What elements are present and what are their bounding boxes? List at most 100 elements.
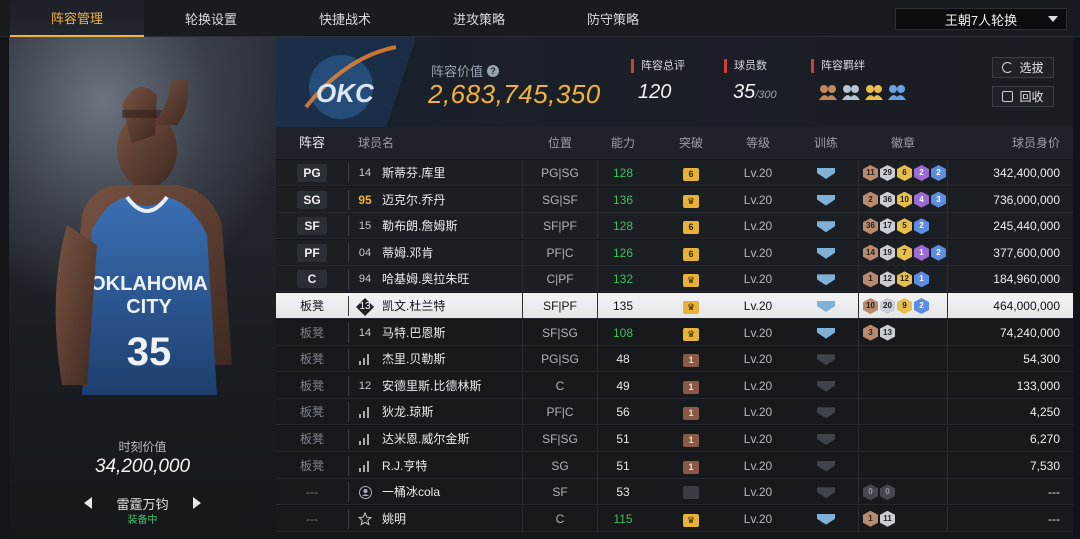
player-level: Lv.20: [743, 352, 773, 367]
table-row[interactable]: 板凳 14 马特.巴恩斯 SF|SG 108 ♛ Lv.20 3 13 74,240,000: [276, 319, 1073, 346]
player-name[interactable]: 哈基姆.奥拉朱旺: [382, 266, 522, 292]
training-cell[interactable]: [796, 346, 856, 372]
player-name[interactable]: 一桶冰cola: [382, 479, 522, 505]
previous-card-arrow-icon[interactable]: [84, 497, 93, 509]
tab-4[interactable]: 防守策略: [546, 0, 680, 37]
lineup-slot[interactable]: C: [276, 266, 348, 292]
tab-1[interactable]: 轮换设置: [144, 0, 278, 37]
jersey-number: [354, 479, 376, 505]
table-row[interactable]: C 94 哈基姆.奥拉朱旺 C|PF 132 ♛ Lv.20 1 12 12 1 184,960,00…: [276, 266, 1073, 293]
col-level-header[interactable]: 等级: [728, 127, 788, 159]
badge-hex-icon: 0: [863, 484, 878, 501]
lineup-slot[interactable]: PF: [276, 240, 348, 266]
lineup-slot[interactable]: PG: [276, 160, 348, 186]
table-row[interactable]: 板凳 杰里.贝勒斯 PG|SG 48 1 Lv.20 54,300: [276, 346, 1073, 373]
player-name[interactable]: 马特.巴恩斯: [382, 320, 522, 346]
col-badges-header[interactable]: 徽章: [858, 127, 948, 159]
badges-cell: 10 20 9 2: [858, 293, 948, 319]
training-cell[interactable]: [796, 479, 856, 505]
player-name[interactable]: 勒布朗.詹姆斯: [382, 213, 522, 239]
badges-cell: 3 13: [858, 319, 948, 346]
player-name[interactable]: 安德里斯.比德林斯: [382, 373, 522, 399]
lineup-slot[interactable]: ---: [276, 479, 348, 505]
lineup-slot[interactable]: 板凳: [276, 346, 348, 372]
lineup-slot[interactable]: 板凳: [276, 399, 348, 425]
col-breakthrough-header[interactable]: 突破: [660, 127, 722, 159]
player-name[interactable]: 杰里.贝勒斯: [382, 346, 522, 372]
player-name[interactable]: R.J.亨特: [382, 453, 522, 479]
lineup-slot[interactable]: SG: [276, 187, 348, 213]
player-name[interactable]: 达米恩.威尔金斯: [382, 426, 522, 452]
player-ability: 135: [612, 299, 634, 313]
player-name[interactable]: 姚明: [382, 506, 522, 532]
col-player-name-header[interactable]: 球员名: [358, 127, 458, 159]
table-row[interactable]: SF 15 勒布朗.詹姆斯 SF|PF 128 6 Lv.20 36 17 5 2 245,440,0…: [276, 213, 1073, 240]
equipped-status: 装备中: [127, 515, 158, 526]
player-name[interactable]: 狄龙.琼斯: [382, 399, 522, 425]
lineup-slot[interactable]: 板凳: [276, 293, 348, 319]
col-training-header[interactable]: 训练: [796, 127, 856, 159]
help-icon[interactable]: ?: [487, 64, 500, 77]
team-logo: OKC: [276, 37, 416, 127]
training-cell[interactable]: [796, 506, 856, 532]
lineup-slot[interactable]: 板凳: [276, 426, 348, 452]
player-name[interactable]: 蒂姆.邓肯: [382, 240, 522, 266]
training-cell[interactable]: [796, 213, 856, 239]
bond-label: 阵容羁绊: [811, 59, 865, 73]
tab-3[interactable]: 进攻策略: [412, 0, 546, 37]
lineup-slot[interactable]: SF: [276, 213, 348, 239]
training-cell[interactable]: [796, 293, 856, 319]
training-cell[interactable]: [796, 453, 856, 479]
recycle-button[interactable]: 回收: [992, 86, 1054, 107]
card-value: 34,200,000: [94, 456, 191, 477]
tab-0[interactable]: 阵容管理: [10, 0, 144, 37]
rotation-select[interactable]: 王朝7人轮换: [895, 8, 1067, 30]
table-row[interactable]: 板凳 R.J.亨特 SG 51 1 Lv.20 7,530: [276, 452, 1073, 479]
badge-list: [859, 373, 947, 399]
col-position-header[interactable]: 位置: [522, 127, 598, 159]
player-name[interactable]: 迈克尔.乔丹: [382, 187, 522, 213]
table-row[interactable]: PF 04 蒂姆.邓肯 PF|C 126 6 Lv.20 14 19 7 1 2 377,600,000: [276, 239, 1073, 266]
col-value-header[interactable]: 球员身价: [948, 127, 1060, 159]
table-row[interactable]: 板凳 狄龙.琼斯 PF|C 56 1 Lv.20 4,250: [276, 399, 1073, 426]
svg-text:CITY: CITY: [126, 296, 172, 318]
player-position: PF|C: [522, 239, 598, 266]
bond-silver-icon: [842, 85, 860, 100]
table-row[interactable]: 板凳 13 凯文.杜兰特 SF|PF 135 ♛ Lv.20 10 20 9 2 464,000,00…: [276, 293, 1073, 319]
lineup-slot[interactable]: 板凳: [276, 453, 348, 479]
training-cell[interactable]: [796, 240, 856, 266]
player-value: ---: [1048, 511, 1060, 526]
training-shield-icon: [817, 460, 835, 472]
training-cell[interactable]: [796, 373, 856, 399]
lineup-slot[interactable]: ---: [276, 506, 348, 532]
next-card-arrow-icon[interactable]: [192, 497, 201, 509]
player-name[interactable]: 凯文.杜兰特: [382, 293, 522, 319]
player-level: Lv.20: [743, 511, 773, 526]
badge-hex-icon: 3: [931, 191, 946, 208]
player-ability: 128: [612, 166, 634, 180]
table-row[interactable]: 板凳 12 安德里斯.比德林斯 C 49 1 Lv.20 133,000: [276, 372, 1073, 399]
training-cell[interactable]: [796, 320, 856, 346]
lineup-slot[interactable]: 板凳: [276, 373, 348, 399]
col-lineup-header[interactable]: 阵容: [276, 127, 348, 159]
player-name[interactable]: 斯蒂芬.库里: [382, 160, 522, 186]
breakthrough-cell: 1: [660, 373, 722, 399]
tab-2[interactable]: 快捷战术: [278, 0, 412, 37]
table-row[interactable]: --- 一桶冰cola SF 53 Lv.20 0 0 ---: [276, 479, 1073, 506]
table-row[interactable]: --- 姚明 C 115 ♛ Lv.20 1 11 ---: [276, 505, 1073, 532]
col-ability-header[interactable]: 能力: [598, 127, 648, 159]
training-cell[interactable]: [796, 160, 856, 186]
training-cell[interactable]: [796, 266, 856, 292]
bond-gold-icon: [865, 85, 883, 100]
table-row[interactable]: PG 14 斯蒂芬.库里 PG|SG 128 6 Lv.20 11 29 6 2 2 342,400,0…: [276, 160, 1073, 186]
table-row[interactable]: SG 95 迈克尔.乔丹 SG|SF 136 ♛ Lv.20 2 36 10 4 3 736,000,0…: [276, 186, 1073, 213]
table-row[interactable]: 板凳 达米恩.威尔金斯 SF|SG 51 1 Lv.20 6,270: [276, 426, 1073, 452]
select-button[interactable]: 选拔: [992, 57, 1054, 78]
bond-icons[interactable]: [818, 83, 907, 101]
training-cell[interactable]: [796, 187, 856, 213]
divider: [348, 322, 349, 343]
training-cell[interactable]: [796, 399, 856, 425]
player-ability: 51: [616, 458, 630, 473]
training-cell[interactable]: [796, 426, 856, 452]
lineup-slot[interactable]: 板凳: [276, 320, 348, 346]
